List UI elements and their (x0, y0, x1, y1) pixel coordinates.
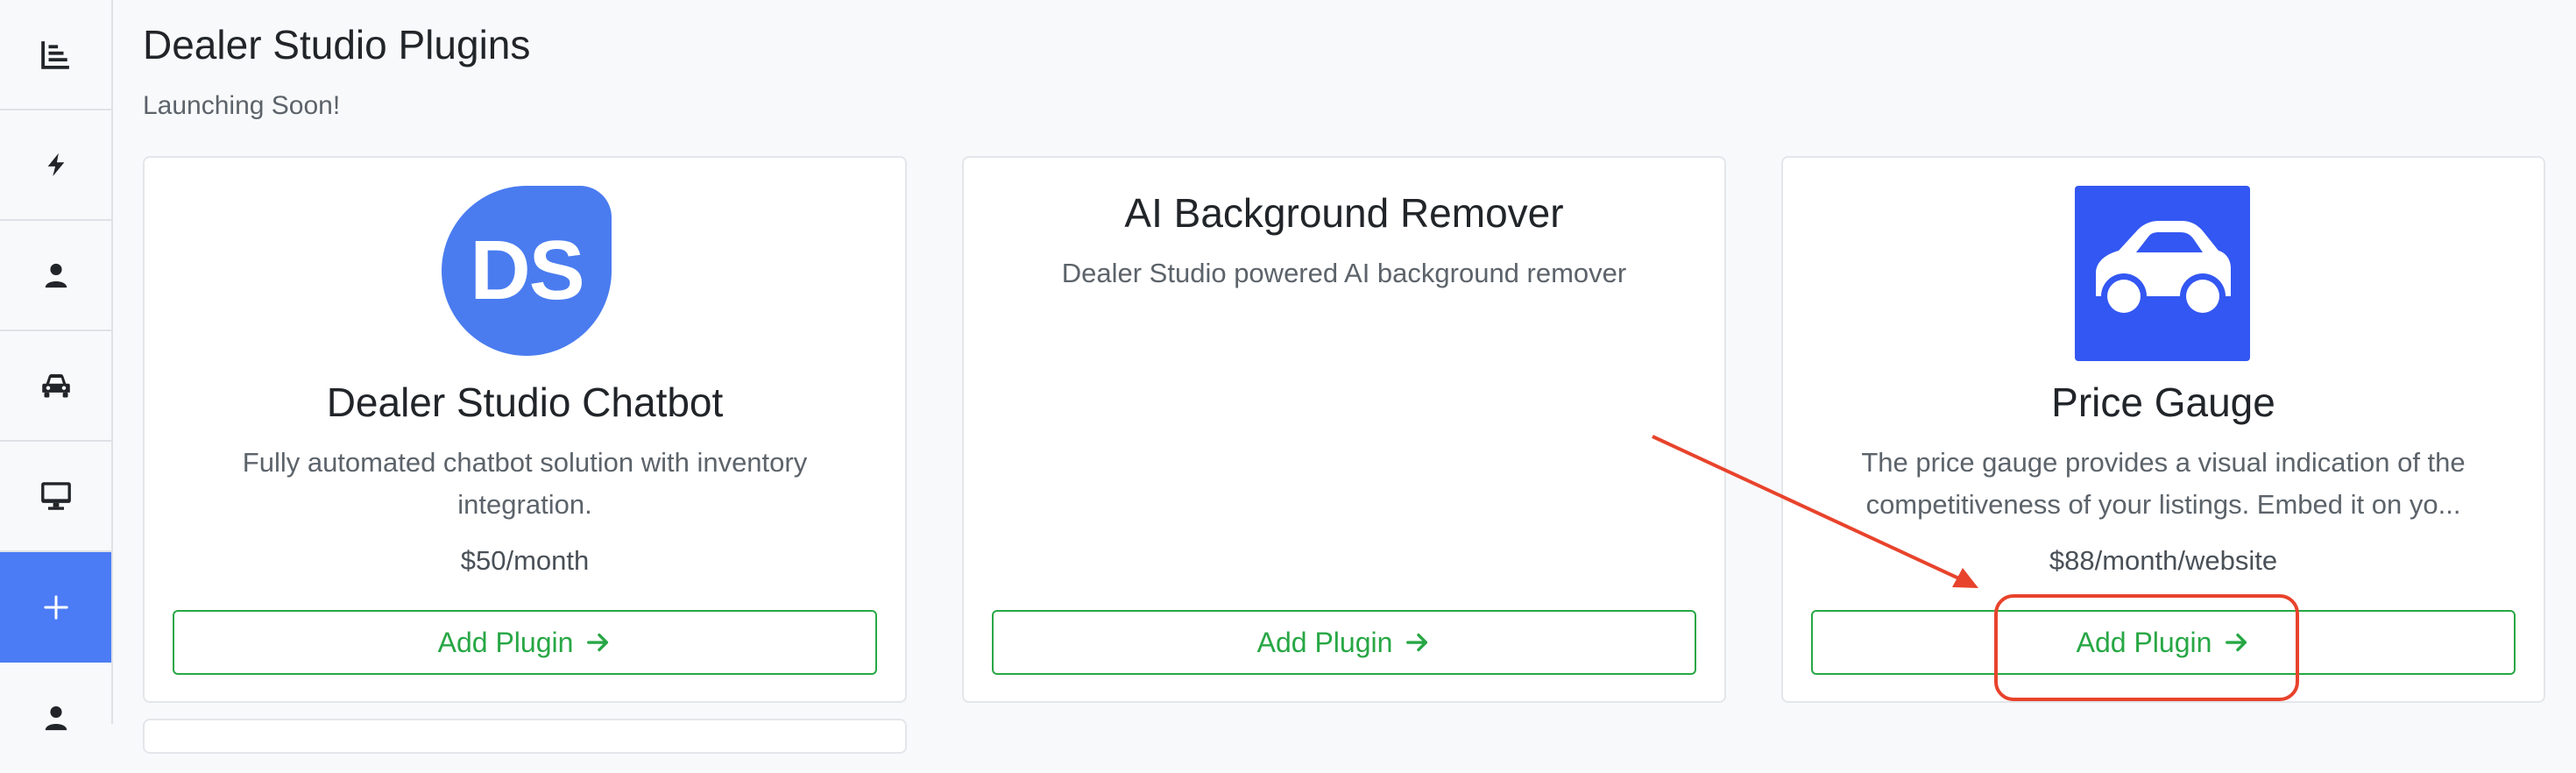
description-line: Fully automated chatbot solution with in… (242, 447, 808, 478)
bar-chart-icon (40, 41, 69, 69)
page-subtitle: Launching Soon! (143, 91, 341, 120)
add-plugin-button[interactable]: Add Plugin (1811, 610, 2516, 675)
sidebar-item-inventory[interactable] (0, 331, 111, 442)
add-plugin-button[interactable]: Add Plugin (173, 610, 877, 675)
sidebar-item-plugins[interactable] (0, 552, 111, 663)
description-line: Dealer Studio powered AI background remo… (1061, 258, 1627, 288)
sidebar-item-account[interactable] (0, 221, 111, 331)
main-content: Dealer Studio Plugins Launching Soon! DS… (143, 0, 2576, 754)
plugin-card-background-remover: AI Background Remover Dealer Studio powe… (962, 156, 1726, 703)
plugin-title: Dealer Studio Chatbot (326, 379, 724, 425)
arrow-right-icon (587, 633, 609, 652)
plugin-card-price-gauge: Price Gauge The price gauge provides a v… (1781, 156, 2545, 703)
arrow-right-icon (1406, 633, 1428, 652)
button-label: Add Plugin (1256, 626, 1393, 658)
car-icon (41, 373, 70, 398)
sidebar-item-automation[interactable] (0, 110, 111, 221)
sidebar-item-website[interactable] (0, 442, 111, 552)
plugin-description: The price gauge provides a visual indica… (1836, 442, 2491, 526)
button-label: Add Plugin (437, 626, 574, 658)
page-title: Dealer Studio Plugins (143, 22, 531, 67)
arrow-right-icon (2226, 633, 2247, 652)
monitor-icon (40, 482, 71, 510)
plus-icon (43, 595, 68, 620)
plugin-card-chatbot: DS Dealer Studio Chatbot Fully automated… (143, 156, 907, 703)
logo-text: DS (470, 223, 584, 317)
user-icon (45, 263, 67, 288)
plugin-price: $50/month (460, 545, 590, 576)
sidebar-item-profile[interactable] (0, 663, 111, 773)
sidebar-item-dashboard[interactable] (0, 0, 111, 110)
plugin-description: Fully automated chatbot solution with in… (197, 442, 853, 526)
dealer-studio-logo: DS (442, 186, 612, 356)
car-icon (2096, 221, 2231, 319)
plugin-title: AI Background Remover (1124, 190, 1564, 236)
button-label: Add Plugin (2076, 626, 2212, 658)
plugin-card-partial (143, 719, 907, 754)
plugin-title: Price Gauge (2051, 379, 2275, 425)
description-line: The price gauge provides a visual indica… (1861, 447, 2466, 478)
description-line: integration. (457, 489, 592, 520)
sidebar (0, 0, 113, 731)
price-gauge-logo (2075, 186, 2250, 361)
lightning-icon (47, 152, 64, 177)
description-line: competitiveness of your listings. Embed … (1865, 489, 2461, 520)
plugin-price: $88/month/website (2049, 545, 2278, 576)
user-icon (45, 706, 67, 731)
plugin-description: Dealer Studio powered AI background remo… (1016, 252, 1672, 294)
add-plugin-button[interactable]: Add Plugin (992, 610, 1696, 675)
